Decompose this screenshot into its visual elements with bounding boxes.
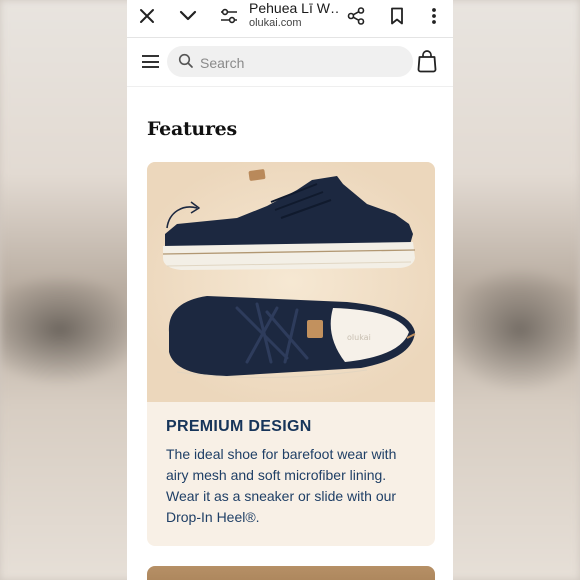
browser-toolbar: Pehuea Lī W… olukai.com [127,0,453,34]
tune-icon[interactable] [216,3,242,29]
page-title[interactable]: Pehuea Lī W… [249,0,339,16]
close-icon[interactable] [134,3,160,29]
shoe-side-view [162,169,416,270]
svg-text:olukai: olukai [347,333,371,342]
site-header [127,38,453,86]
search-input[interactable] [198,51,402,74]
search-bar[interactable] [167,46,413,77]
section-title: Features [147,118,237,140]
next-feature-card [147,566,435,580]
phone-screen: Pehuea Lī W… olukai.com Search Features … [127,0,453,580]
bookmark-icon[interactable] [384,3,410,29]
feature-description: The ideal shoe for barefoot wear with ai… [166,446,397,525]
shoe-top-view: olukai [168,296,416,379]
page-url[interactable]: olukai.com [249,17,302,29]
more-vert-icon[interactable] [421,3,447,29]
shopping-bag-icon[interactable] [417,50,437,78]
search-icon [178,53,193,68]
header-divider [127,86,453,87]
menu-icon[interactable] [142,55,159,68]
share-icon[interactable] [343,3,369,29]
feature-card: olukai PREMIUM DESIGN The ideal shoe for… [147,162,435,546]
product-image: olukai [147,162,435,402]
chevron-down-icon[interactable] [175,3,201,29]
feature-heading: PREMIUM DESIGN [166,418,312,435]
